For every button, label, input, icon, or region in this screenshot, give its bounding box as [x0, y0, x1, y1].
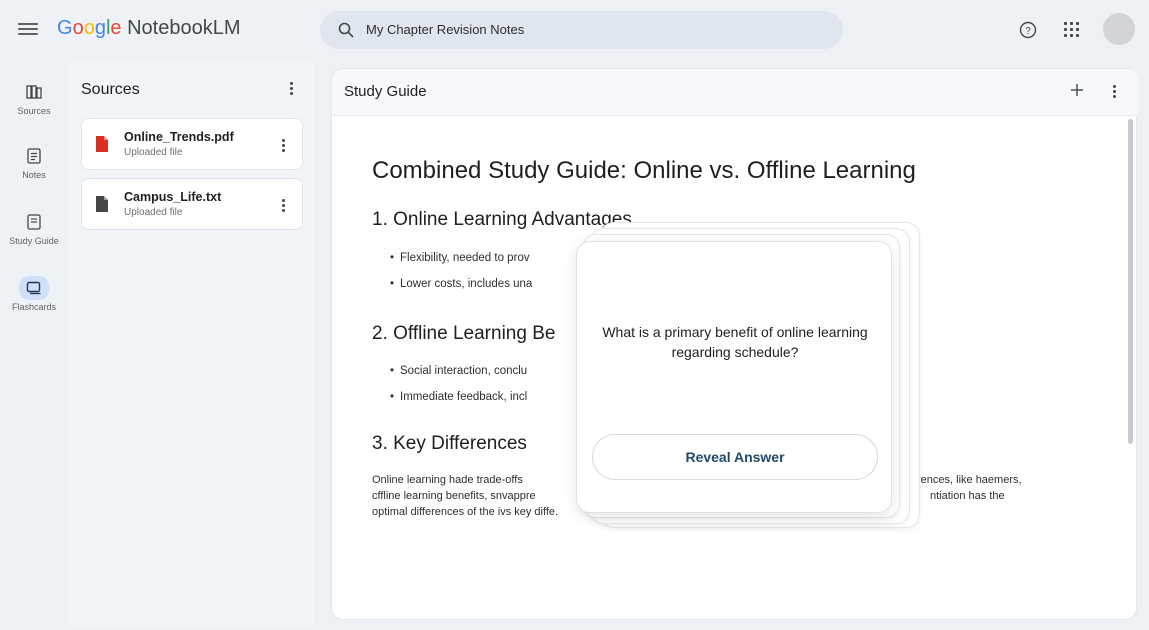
- bullet-item: Flexibility, needed to prov: [390, 252, 530, 264]
- source-file-name: Campus_Life.txt: [124, 190, 222, 204]
- panel-more-icon[interactable]: [1111, 84, 1117, 100]
- avatar[interactable]: [1103, 13, 1135, 45]
- rail-item-flashcards[interactable]: Flashcards: [0, 276, 68, 312]
- source-item-online-trends[interactable]: Online_Trends.pdf Uploaded file: [81, 118, 303, 170]
- flashcard-stack: What is a primary benefit of online lear…: [570, 218, 930, 534]
- flashcard-question: What is a primary benefit of online lear…: [602, 324, 868, 360]
- brand-letter: g: [94, 17, 106, 39]
- left-rail: Sources Notes Study Guide Flashcards: [0, 62, 68, 630]
- text-file-icon: [96, 196, 108, 212]
- brand-letter: o: [83, 17, 95, 39]
- note-icon: [22, 144, 46, 168]
- source-item-campus-life[interactable]: Campus_Life.txt Uploaded file: [81, 178, 303, 230]
- paragraph-line: Online learning hade trade-offs: [372, 474, 523, 486]
- svg-text:?: ?: [1025, 26, 1031, 37]
- panel-title: Study Guide: [344, 83, 427, 100]
- help-icon[interactable]: ?: [1019, 21, 1037, 39]
- apps-grid-icon[interactable]: [1064, 22, 1080, 38]
- top-bar: Google NotebookLM My Chapter Revision No…: [0, 0, 1149, 62]
- reveal-answer-button[interactable]: Reveal Answer: [592, 434, 878, 480]
- rail-item-notes[interactable]: Notes: [0, 144, 68, 180]
- study-guide-icon: [22, 210, 46, 234]
- search-icon: [338, 22, 354, 38]
- source-file-status: Uploaded file: [124, 207, 183, 218]
- paragraph-line: ntiation has the: [930, 490, 1005, 502]
- source-file-status: Uploaded file: [124, 147, 183, 158]
- bullet-item: Social interaction, conclu: [390, 365, 527, 377]
- brand-letter: G: [57, 17, 73, 39]
- scrollbar[interactable]: [1128, 119, 1133, 444]
- search-bar[interactable]: My Chapter Revision Notes: [320, 11, 843, 49]
- paragraph-line: rences, like haemers,: [917, 474, 1022, 486]
- bullet-item: Lower costs, includes una: [390, 278, 532, 290]
- menu-icon[interactable]: [18, 20, 38, 38]
- brand-letter: e: [110, 17, 122, 39]
- sources-more-icon[interactable]: [288, 81, 294, 97]
- source-more-icon[interactable]: [280, 138, 286, 154]
- sources-title: Sources: [81, 81, 140, 98]
- rail-item-label: Flashcards: [11, 302, 56, 312]
- rail-item-label: Notes: [22, 170, 46, 180]
- rail-item-label: Study Guide: [9, 236, 59, 246]
- rail-item-sources[interactable]: Sources: [0, 80, 68, 116]
- document-title: Combined Study Guide: Online vs. Offline…: [372, 157, 916, 184]
- flashcards-icon: [19, 276, 49, 300]
- add-icon[interactable]: [1069, 82, 1085, 98]
- brand-product: NotebookLM: [127, 17, 241, 39]
- section-heading: 3. Key Differences: [372, 433, 527, 454]
- rail-item-study-guide[interactable]: Study Guide: [0, 210, 68, 246]
- brand-letter: o: [72, 17, 84, 39]
- flashcard[interactable]: What is a primary benefit of online lear…: [576, 241, 892, 513]
- pdf-file-icon: [96, 136, 108, 152]
- sources-panel: Sources Online_Trends.pdf Uploaded file …: [69, 62, 314, 628]
- panel-header: Study Guide: [332, 69, 1138, 116]
- section-heading: 2. Offline Learning Be: [372, 323, 556, 344]
- app-brand[interactable]: Google NotebookLM: [57, 17, 240, 40]
- paragraph-line: optimal differences of the ivs key diffe…: [372, 506, 559, 518]
- bullet-item: Immediate feedback, incl: [390, 391, 527, 403]
- source-more-icon[interactable]: [280, 198, 286, 214]
- rail-item-label: Sources: [17, 106, 51, 116]
- paragraph-line: cffline learning benefits, snvappre: [372, 490, 536, 502]
- library-icon: [22, 80, 46, 104]
- source-file-name: Online_Trends.pdf: [124, 130, 234, 144]
- search-input[interactable]: My Chapter Revision Notes: [366, 22, 524, 37]
